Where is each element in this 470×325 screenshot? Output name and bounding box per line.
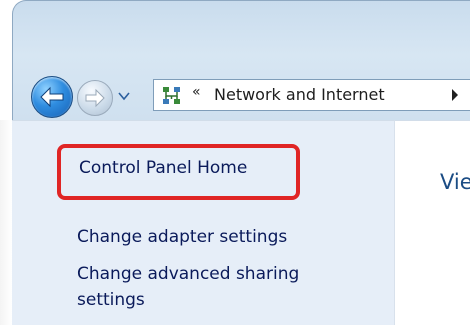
change-adapter-settings-link[interactable]: Change adapter settings — [77, 227, 287, 247]
chevron-right-icon[interactable] — [452, 89, 458, 101]
network-icon — [162, 86, 182, 106]
change-advanced-sharing-link[interactable]: Change advanced sharing — [77, 264, 299, 284]
change-advanced-sharing-link-continued[interactable]: settings — [77, 290, 145, 310]
back-arrow-icon — [40, 86, 64, 108]
explorer-window: « Network and Internet Control Panel Hom… — [0, 0, 470, 325]
control-panel-home-link[interactable]: Control Panel Home — [79, 158, 247, 178]
back-button[interactable] — [31, 76, 73, 118]
navigation-buttons — [31, 76, 151, 120]
forward-button[interactable] — [77, 80, 113, 116]
recent-pages-button[interactable] — [117, 88, 131, 102]
breadcrumb-network-and-internet[interactable]: Network and Internet — [214, 85, 385, 104]
content-heading: Vie — [440, 170, 470, 194]
chevron-down-icon — [118, 92, 130, 101]
forward-arrow-icon — [85, 88, 105, 108]
overflow-chevrons[interactable]: « — [192, 84, 201, 100]
address-bar[interactable]: « Network and Internet — [153, 79, 470, 111]
window-left-border — [0, 120, 12, 325]
content-pane — [395, 120, 470, 325]
